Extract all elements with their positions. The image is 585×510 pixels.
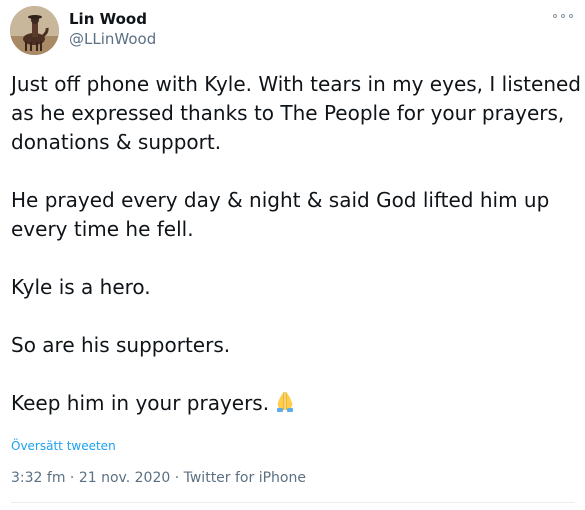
dot bbox=[569, 14, 573, 18]
tweet-text-container: Just off phone with Kyle. With tears in … bbox=[11, 70, 581, 421]
translate-tweet-link[interactable]: Översätt tweeten bbox=[11, 439, 116, 453]
more-options-icon[interactable] bbox=[553, 9, 573, 23]
dot bbox=[553, 14, 557, 18]
avatar-image bbox=[10, 6, 59, 55]
folded-hands-icon bbox=[273, 389, 297, 421]
tweet-time[interactable]: 3:32 fm bbox=[11, 470, 65, 486]
divider bbox=[11, 502, 575, 503]
tweet-card: Lin Wood @LLinWood Just off phone with K… bbox=[0, 0, 585, 510]
author-handle[interactable]: @LLinWood bbox=[69, 30, 156, 48]
meta-separator: · bbox=[65, 470, 79, 486]
tweet-meta: 3:32 fm · 21 nov. 2020 · Twitter for iPh… bbox=[11, 470, 306, 487]
tweet-date[interactable]: 21 nov. 2020 bbox=[79, 470, 170, 486]
meta-separator: · bbox=[170, 470, 184, 486]
dot bbox=[561, 14, 565, 18]
author-name[interactable]: Lin Wood bbox=[69, 10, 147, 28]
avatar[interactable] bbox=[10, 6, 59, 55]
tweet-text: Just off phone with Kyle. With tears in … bbox=[11, 72, 581, 415]
tweet-source[interactable]: Twitter for iPhone bbox=[184, 470, 306, 486]
